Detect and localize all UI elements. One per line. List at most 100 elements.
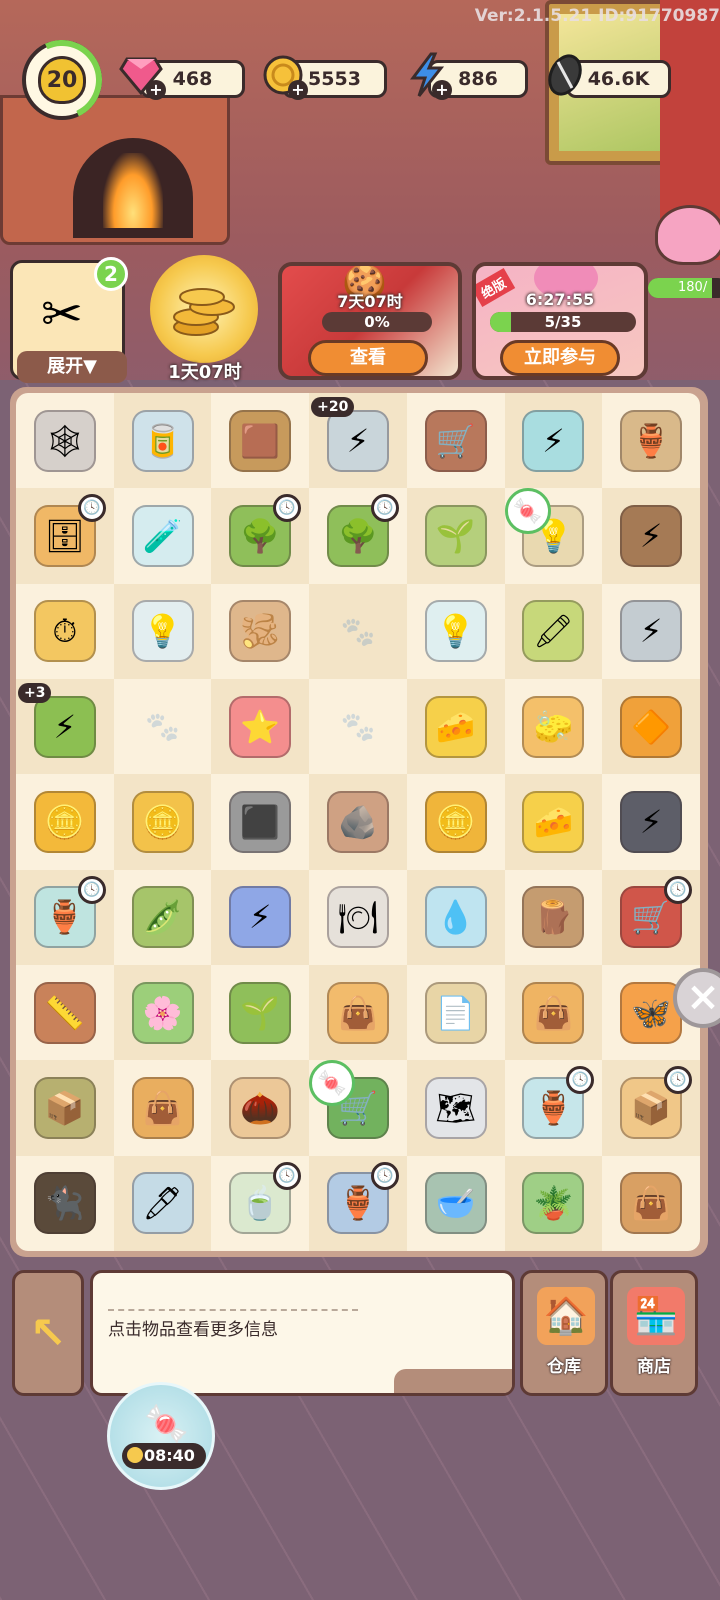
board-cell[interactable]: 🫛 <box>113 869 212 965</box>
board-cell[interactable]: 🌳 🕓 <box>211 488 310 584</box>
board-cell[interactable]: 🫚 <box>211 583 310 679</box>
board-cell[interactable]: 🕸 <box>16 393 114 489</box>
board-cell[interactable]: 🟫 <box>211 393 310 489</box>
board-cell[interactable]: ⚡ <box>602 488 700 584</box>
board-cell[interactable]: 🪙 <box>113 774 212 870</box>
board-cell[interactable]: 🗄 🕓 <box>16 488 114 584</box>
board-cell[interactable]: ⭐ <box>211 679 310 775</box>
back-arrow-button[interactable]: ↖ <box>12 1270 84 1396</box>
piggy-bank-icon[interactable] <box>655 205 720 265</box>
ginger-icon[interactable]: 🫚 <box>229 600 292 663</box>
board-cell[interactable]: 🛒 <box>406 393 505 489</box>
board-cell[interactable]: 🏺 <box>602 393 700 489</box>
board-cell[interactable]: 🌳 🕓 <box>309 488 407 584</box>
eraser-icon[interactable]: 🧽 <box>522 695 585 758</box>
board-cell[interactable]: ⚡ <box>504 393 603 489</box>
board-cell[interactable]: 🏺 🕓 <box>309 1155 407 1251</box>
board-cell[interactable]: 🍽 <box>309 869 407 965</box>
board-cell[interactable]: 💧 <box>406 869 505 965</box>
bottle-icon[interactable]: 🧪 <box>131 504 194 567</box>
gingerbread-event[interactable]: 🍪 7天07时 0% 查看 <box>278 262 462 380</box>
board-cell[interactable]: 🌱 <box>406 488 505 584</box>
expand-button[interactable]: 展开▼ <box>17 351 127 383</box>
cheese-icon[interactable]: 🧀 <box>522 790 585 853</box>
seed-pile-icon[interactable]: 👜 <box>131 1076 194 1139</box>
board-cell[interactable]: 🪴 <box>504 1155 603 1251</box>
join-now-button[interactable]: 立即参与 <box>500 340 620 376</box>
shop-button[interactable]: 🏪 商店 <box>610 1270 698 1396</box>
player-level[interactable]: 20 <box>22 40 102 120</box>
board-cell[interactable]: ⬛ <box>211 774 310 870</box>
board-cell[interactable]: 🌰 <box>211 1060 310 1156</box>
pen-icon[interactable]: 🖊 <box>131 1172 194 1235</box>
board-cell[interactable]: 🥣 <box>406 1155 505 1251</box>
board-cell[interactable]: ⚡ <box>602 774 700 870</box>
board-cell[interactable]: 🌸 <box>113 965 212 1061</box>
board-cell[interactable]: 🛒 🕓 <box>602 869 700 965</box>
pocket-watch-icon[interactable]: ⏱ <box>33 600 96 663</box>
blossom-event[interactable]: 绝版 6:27:55 5/35 立即参与 <box>472 262 648 380</box>
cheese-cube-icon[interactable]: 🧀 <box>424 695 487 758</box>
coins-icon[interactable]: 🪙 <box>131 790 194 853</box>
board-cell[interactable]: 👜 <box>113 1060 212 1156</box>
board-cell[interactable]: 📏 <box>16 965 114 1061</box>
board-cell[interactable]: ⚡ +20 <box>309 393 407 489</box>
plate-icon[interactable]: 🍽 <box>326 886 389 949</box>
energy-rock-icon[interactable]: ⚡ <box>620 790 683 853</box>
board-cell[interactable]: ⏱ <box>16 583 114 679</box>
board-cell[interactable]: 🐾 <box>309 679 407 775</box>
mud-tray-icon[interactable]: 🟫 <box>229 409 292 472</box>
board-cell[interactable]: ⚡ <box>211 869 310 965</box>
board-cell[interactable]: 🧀 <box>406 679 505 775</box>
sack-pile-icon[interactable]: 👜 <box>620 1172 683 1235</box>
board-cell[interactable]: 📦 🕓 <box>602 1060 700 1156</box>
board-cell[interactable]: 🔶 <box>602 679 700 775</box>
board-cell[interactable]: 🪙 <box>406 774 505 870</box>
gem-icon[interactable]: + <box>118 52 166 100</box>
board-cell[interactable]: 🍵 🕓 <box>211 1155 310 1251</box>
sprout-icon[interactable]: 🌱 <box>229 981 292 1044</box>
broken-pot-icon[interactable]: 🏺 <box>620 409 683 472</box>
coin-pile-orb[interactable] <box>150 255 258 363</box>
board-cell[interactable]: 🗺 <box>406 1060 505 1156</box>
amber-icon[interactable]: 🔶 <box>620 695 683 758</box>
black-cat-icon[interactable]: 🐈‍⬛ <box>33 1172 96 1235</box>
energy-toolbox-icon[interactable]: ⚡ <box>326 409 389 472</box>
board-cell[interactable]: 🥫 <box>113 393 212 489</box>
coins-icon[interactable]: 🪙 <box>424 790 487 853</box>
coin-icon[interactable]: + <box>260 52 308 100</box>
board-cell[interactable]: 🌱 <box>211 965 310 1061</box>
energy-cabinet-icon[interactable]: ⚡ <box>522 409 585 472</box>
board-cell[interactable]: 🏺 🕓 <box>16 869 114 965</box>
board-cell[interactable]: 💡 <box>113 583 212 679</box>
paper-stack-icon[interactable]: 📄 <box>424 981 487 1044</box>
board-cell[interactable]: 🪨 <box>309 774 407 870</box>
board-cell[interactable]: 🏺 🕓 <box>504 1060 603 1156</box>
board-cell[interactable]: 🐾 <box>309 583 407 679</box>
scissor-booster-card[interactable]: ✂ 2 展开▼ <box>10 257 128 383</box>
board-cell[interactable]: 💡 🍬 <box>504 488 603 584</box>
energy-bolt-icon[interactable]: + <box>404 52 452 100</box>
seed-box-icon[interactable]: 📦 <box>33 1076 96 1139</box>
board-cell[interactable]: 🪵 <box>504 869 603 965</box>
root-icon[interactable]: 🪵 <box>522 886 585 949</box>
map-icon[interactable]: 🗺 <box>424 1076 487 1139</box>
iron-bar-icon[interactable]: ⬛ <box>229 790 292 853</box>
board-cell[interactable]: 🖊 <box>113 1155 212 1251</box>
board-cell[interactable]: 👜 <box>309 965 407 1061</box>
board-cell[interactable]: 👜 <box>602 1155 700 1251</box>
board-cell[interactable]: 📄 <box>406 965 505 1061</box>
seeds-icon[interactable]: 🌰 <box>229 1076 292 1139</box>
beans-icon[interactable]: 🫛 <box>131 886 194 949</box>
ore-icon[interactable]: 🪨 <box>326 790 389 853</box>
board-cell[interactable]: 🪙 <box>16 774 114 870</box>
wheelbarrow-icon[interactable]: 🛒 <box>424 409 487 472</box>
dropper-icon[interactable]: 💧 <box>424 886 487 949</box>
light-bulb-icon[interactable]: 💡 <box>424 600 487 663</box>
bowl-icon[interactable]: 🥣 <box>424 1172 487 1235</box>
tape-measure-icon[interactable]: 📏 <box>33 981 96 1044</box>
paint-tubes-icon[interactable]: 🖍 <box>522 600 585 663</box>
board-cell[interactable]: 🐈‍⬛ <box>16 1155 114 1251</box>
board-cell[interactable]: ⚡ +3 <box>16 679 114 775</box>
energy-wood-icon[interactable]: ⚡ <box>620 504 683 567</box>
